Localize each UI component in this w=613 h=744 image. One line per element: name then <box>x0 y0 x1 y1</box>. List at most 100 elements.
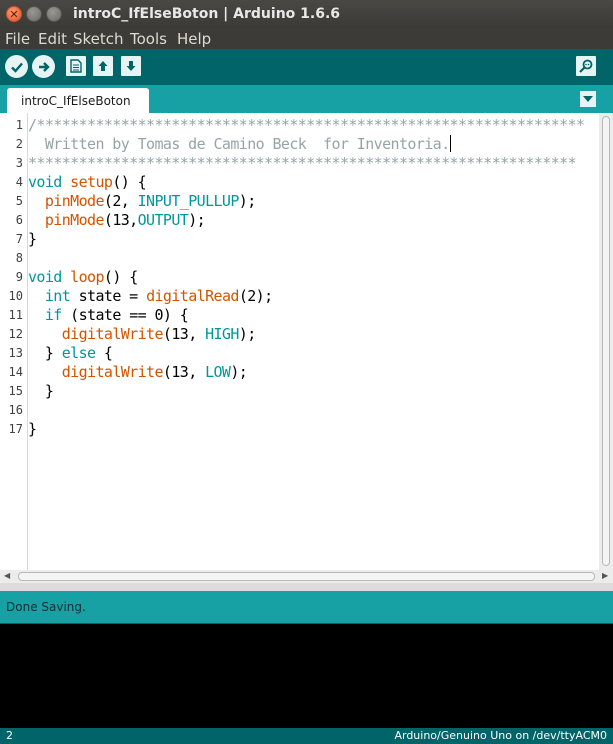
menu-tools[interactable]: Tools <box>130 30 167 48</box>
code-line: pinMode(2, INPUT_PULLUP); <box>28 192 256 211</box>
window-title: introC_IfElseBoton | Arduino 1.6.6 <box>73 6 341 22</box>
line-number: 13 <box>8 346 23 360</box>
code-token: if <box>44 306 62 324</box>
verify-icon[interactable] <box>5 55 28 78</box>
code-token: ****************************************… <box>28 154 577 172</box>
open-icon[interactable] <box>93 56 113 76</box>
code-line: } <box>28 420 37 439</box>
code-token: digitalRead <box>146 287 239 305</box>
line-number: 11 <box>8 308 23 322</box>
code-token: LOW <box>205 363 231 381</box>
code-line: void loop() { <box>28 268 138 287</box>
code-token: ); <box>230 363 248 381</box>
code-token: Written by Tomas de Camino Beck for Inve… <box>28 135 450 153</box>
maximize-icon[interactable] <box>46 6 62 22</box>
code-token: INPUT_PULLUP <box>137 192 240 210</box>
minimize-icon[interactable] <box>26 6 42 22</box>
code-line: digitalWrite(13, HIGH); <box>28 325 257 344</box>
code-line: pinMode(13,OUTPUT); <box>28 211 206 230</box>
code-line: int state = digitalRead(2); <box>28 287 273 306</box>
vertical-scrollbar[interactable] <box>599 113 613 570</box>
line-number: 12 <box>8 327 23 341</box>
code-token: HIGH <box>205 325 239 343</box>
code-token: else <box>61 344 96 362</box>
code-token: } <box>28 382 54 400</box>
code-token: (13, <box>103 211 138 229</box>
console-output[interactable] <box>0 623 613 728</box>
code-line: Written by Tomas de Camino Beck for Inve… <box>28 135 451 154</box>
menu-edit[interactable]: Edit <box>38 30 67 48</box>
code-editor[interactable]: 1 2 3 4 5 6 7 8 9 10 11 12 13 14 15 16 17 /*************… <box>0 113 613 583</box>
code-token: /***************************************… <box>28 116 585 134</box>
status-bar: Done Saving. <box>0 591 613 623</box>
tab-sketch[interactable]: introC_IfElseBoton <box>7 88 149 113</box>
vertical-scroll-thumb[interactable] <box>602 116 610 566</box>
code-token: OUTPUT <box>137 211 189 229</box>
code-line: digitalWrite(13, LOW); <box>28 363 248 382</box>
code-token: state = <box>70 287 147 305</box>
code-area[interactable]: /***************************************… <box>28 113 599 570</box>
code-token: (2); <box>238 287 273 305</box>
code-token: int <box>44 287 71 305</box>
menu-help[interactable]: Help <box>177 30 211 48</box>
menu-sketch[interactable]: Sketch <box>73 30 124 48</box>
chevron-down-icon <box>583 96 593 102</box>
code-token: loop <box>70 268 104 286</box>
code-line: } <box>28 230 37 249</box>
line-number: 17 <box>8 422 23 436</box>
close-icon[interactable]: ✕ <box>6 6 22 22</box>
new-icon[interactable] <box>66 56 86 76</box>
code-token: digitalWrite <box>61 325 164 343</box>
code-token: () { <box>103 268 138 286</box>
code-token: void <box>28 173 62 191</box>
line-number: 7 <box>15 232 23 246</box>
scroll-left-icon[interactable]: ◀ <box>4 571 10 580</box>
horizontal-scrollbar[interactable]: ◀ ▶ <box>0 570 613 583</box>
scroll-right-icon[interactable]: ▶ <box>602 571 608 580</box>
code-token: () { <box>112 173 147 191</box>
horizontal-scroll-thumb[interactable] <box>18 572 595 581</box>
upload-icon[interactable] <box>32 55 55 78</box>
code-token: setup <box>70 173 113 191</box>
code-line: } else { <box>28 344 113 363</box>
code-line: ****************************************… <box>28 154 577 173</box>
footer-bar: 2 Arduino/Genuino Uno on /dev/ttyACM0 <box>0 728 613 744</box>
save-icon[interactable] <box>121 56 141 76</box>
code-token: pinMode <box>44 211 105 229</box>
menu-bar: File Edit Sketch Tools Help <box>0 28 613 49</box>
tab-strip: introC_IfElseBoton <box>0 85 613 113</box>
pane-divider[interactable] <box>0 583 613 591</box>
text-caret <box>449 135 451 152</box>
line-number: 6 <box>15 213 23 227</box>
code-line: /***************************************… <box>28 116 585 135</box>
line-number: 8 <box>15 251 23 265</box>
code-token: } <box>28 344 62 362</box>
line-number: 1 <box>15 118 23 132</box>
code-token: pinMode <box>44 192 105 210</box>
code-token: digitalWrite <box>61 363 164 381</box>
menu-file[interactable]: File <box>5 30 30 48</box>
line-number: 5 <box>15 194 23 208</box>
code-token: } <box>28 230 37 248</box>
title-bar: ✕ introC_IfElseBoton | Arduino 1.6.6 <box>0 0 613 28</box>
tab-menu-button[interactable] <box>580 91 596 107</box>
code-token: ); <box>188 211 206 229</box>
serial-monitor-icon[interactable] <box>576 56 596 76</box>
code-line: if (state == 0) { <box>28 306 189 325</box>
code-token: ); <box>238 192 256 210</box>
toolbar <box>0 49 613 85</box>
code-token: void <box>28 268 62 286</box>
code-token: (13, <box>162 363 206 381</box>
code-line: void setup() { <box>28 173 147 192</box>
line-indicator: 2 <box>6 729 13 742</box>
code-token: (13, <box>162 325 206 343</box>
line-number: 14 <box>8 365 23 379</box>
line-number-gutter: 1 2 3 4 5 6 7 8 9 10 11 12 13 14 15 16 17 <box>0 113 28 570</box>
line-number: 16 <box>8 403 23 417</box>
